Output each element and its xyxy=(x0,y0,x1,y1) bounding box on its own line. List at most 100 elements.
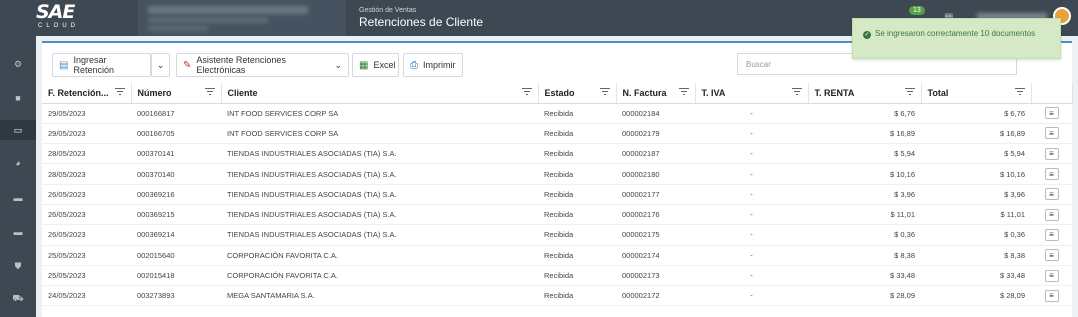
excel-button[interactable]: ▦ Excel xyxy=(352,53,399,77)
electronic-wizard-button[interactable]: ✎ Asistente Retenciones Electrónicas ⌄ xyxy=(176,53,349,77)
cell-estado: Recibida xyxy=(538,204,616,226)
cell-fecha: 29/05/2023 xyxy=(42,103,131,124)
filter-icon[interactable] xyxy=(904,88,915,96)
sidebar-item-inventory[interactable]: ⚙ xyxy=(0,54,36,74)
cubes-icon: ⚙ xyxy=(13,58,23,69)
print-button[interactable]: ⎙ Imprimir xyxy=(403,53,463,77)
row-menu-button[interactable]: ≡ xyxy=(1044,147,1059,160)
column-label: T. RENTA xyxy=(814,87,855,98)
column-header-client[interactable]: Cliente xyxy=(221,83,539,104)
row-menu-button[interactable]: ≡ xyxy=(1044,188,1059,201)
cell-actions: ≡ xyxy=(1031,204,1072,226)
table-row[interactable]: 28/05/2023 000370141 TIENDAS INDUSTRIALES … xyxy=(42,143,1072,165)
cell-factura: 000002187 xyxy=(616,143,695,165)
column-header-renta[interactable]: T. RENTA xyxy=(808,83,922,104)
printer-icon: ⎙ xyxy=(410,59,418,71)
column-header-iva[interactable]: T. IVA xyxy=(695,83,809,104)
chevron-down-icon: ⌄ xyxy=(156,59,165,70)
filter-icon[interactable] xyxy=(114,88,125,96)
row-menu-button[interactable]: ≡ xyxy=(1044,249,1059,262)
cell-iva: - xyxy=(695,123,808,145)
sidebar-item-sales[interactable]: ▭ xyxy=(0,120,36,140)
cell-numero: 002015418 xyxy=(131,265,221,287)
document-add-icon: ▤ xyxy=(59,59,69,71)
filter-icon[interactable] xyxy=(204,88,215,96)
cell-numero: 002015640 xyxy=(131,245,221,266)
row-menu-button[interactable]: ≡ xyxy=(1044,228,1059,241)
cell-numero: 000369215 xyxy=(131,204,221,226)
brand-name: SAE xyxy=(36,1,75,23)
wand-icon: ✎ xyxy=(183,59,192,71)
cell-numero: 000369216 xyxy=(131,184,221,205)
column-header-invoice[interactable]: N. Factura xyxy=(616,83,696,104)
cell-cliente: INT FOOD SERVICES CORP SA xyxy=(221,123,538,145)
sidebar-item-purchases[interactable]: ⛟ xyxy=(0,289,36,309)
cell-fecha: 26/05/2023 xyxy=(42,224,131,246)
table-row[interactable]: 29/05/2023 000166817 INT FOOD SERVICES COR… xyxy=(42,103,1072,124)
table-row[interactable]: 26/05/2023 000369216 TIENDAS INDUSTRIALES … xyxy=(42,184,1072,205)
cell-total: $ 11,01 xyxy=(921,204,1031,226)
table-row[interactable]: 26/05/2023 000369214 TIENDAS INDUSTRIALES … xyxy=(42,224,1072,246)
column-header-total[interactable]: Total xyxy=(921,83,1032,104)
column-header-status[interactable]: Estado xyxy=(538,83,617,104)
cell-total: $ 3,96 xyxy=(921,184,1031,205)
table-row[interactable]: 29/05/2023 000166705 INT FOOD SERVICES COR… xyxy=(42,123,1072,145)
cell-cliente: TIENDAS INDUSTRIALES ASOCIADAS (TIA) S.A… xyxy=(221,143,538,165)
filter-icon[interactable] xyxy=(1014,88,1025,96)
add-retention-dropdown[interactable]: ⌄ xyxy=(151,53,170,77)
table-row[interactable]: 25/05/2023 002015418 CORPORACIÓN FAVORITA … xyxy=(42,265,1072,287)
add-retention-button[interactable]: ▤ Ingresar Retención xyxy=(52,53,151,77)
row-menu-button[interactable]: ≡ xyxy=(1044,107,1059,120)
row-menu-button[interactable]: ≡ xyxy=(1044,289,1059,302)
brand-logo[interactable]: SAE CLOUD xyxy=(36,3,92,33)
cell-fecha: 24/05/2023 xyxy=(42,285,131,307)
cell-iva: - xyxy=(695,224,808,246)
row-menu-button[interactable]: ≡ xyxy=(1044,127,1059,140)
sidebar-item-reports[interactable]: ◕ xyxy=(0,153,36,173)
cell-factura: 000002176 xyxy=(616,204,695,226)
cell-estado: Recibida xyxy=(538,285,616,307)
filter-icon[interactable] xyxy=(599,88,610,96)
cell-estado: Recibida xyxy=(538,245,616,266)
column-header-number[interactable]: Número xyxy=(131,83,222,104)
cell-iva: - xyxy=(695,163,808,185)
company-selector[interactable] xyxy=(138,0,346,36)
company-detail-redacted xyxy=(148,17,268,23)
row-menu-button[interactable]: ≡ xyxy=(1044,208,1059,221)
filter-icon[interactable] xyxy=(791,88,802,96)
table-row[interactable]: 28/05/2023 000370140 TIENDAS INDUSTRIALES … xyxy=(42,163,1072,185)
column-header-date[interactable]: F. Retención... xyxy=(42,83,132,104)
cell-iva: - xyxy=(695,184,808,205)
sidebar-item-security[interactable]: ⛊ xyxy=(0,256,36,276)
cell-factura: 000002174 xyxy=(616,245,695,266)
cell-fecha: 26/05/2023 xyxy=(42,184,131,205)
sidebar-item-accounting[interactable]: ▬ xyxy=(0,188,36,208)
cell-actions: ≡ xyxy=(1031,123,1072,145)
sidebar-item-banks[interactable]: ▬ xyxy=(0,222,36,242)
sidebar-item-delivery[interactable]: ■ xyxy=(0,88,36,108)
notification-badge[interactable]: 13 xyxy=(909,6,925,15)
cell-fecha: 25/05/2023 xyxy=(42,265,131,287)
cell-iva: - xyxy=(695,143,808,165)
cell-actions: ≡ xyxy=(1031,224,1072,246)
cell-estado: Recibida xyxy=(538,123,616,145)
cell-numero: 000166817 xyxy=(131,103,221,124)
cell-renta: $ 33,48 xyxy=(808,265,921,287)
cell-total: $ 10,16 xyxy=(921,163,1031,185)
column-label: Estado xyxy=(544,87,575,98)
table-row[interactable]: 26/05/2023 000369215 TIENDAS INDUSTRIALES … xyxy=(42,204,1072,226)
cell-renta: $ 28,09 xyxy=(808,285,921,307)
row-menu-button[interactable]: ≡ xyxy=(1044,168,1059,181)
cell-total: $ 28,09 xyxy=(921,285,1031,307)
filter-icon[interactable] xyxy=(678,88,689,96)
add-retention-label: Ingresar Retención xyxy=(73,55,114,75)
cell-numero: 000370140 xyxy=(131,163,221,185)
cell-iva: - xyxy=(695,204,808,226)
success-toast[interactable]: ✓ Se ingresaron correctamente 10 document… xyxy=(852,18,1061,59)
filter-icon[interactable] xyxy=(521,88,532,96)
cell-renta: $ 3,96 xyxy=(808,184,921,205)
table-row[interactable]: 25/05/2023 002015640 CORPORACIÓN FAVORITA … xyxy=(42,245,1072,266)
table-row[interactable]: 24/05/2023 003273893 MEGA SANTAMARIA S.A. R… xyxy=(42,285,1072,307)
brand-sub: CLOUD xyxy=(38,23,80,29)
row-menu-button[interactable]: ≡ xyxy=(1044,269,1059,282)
